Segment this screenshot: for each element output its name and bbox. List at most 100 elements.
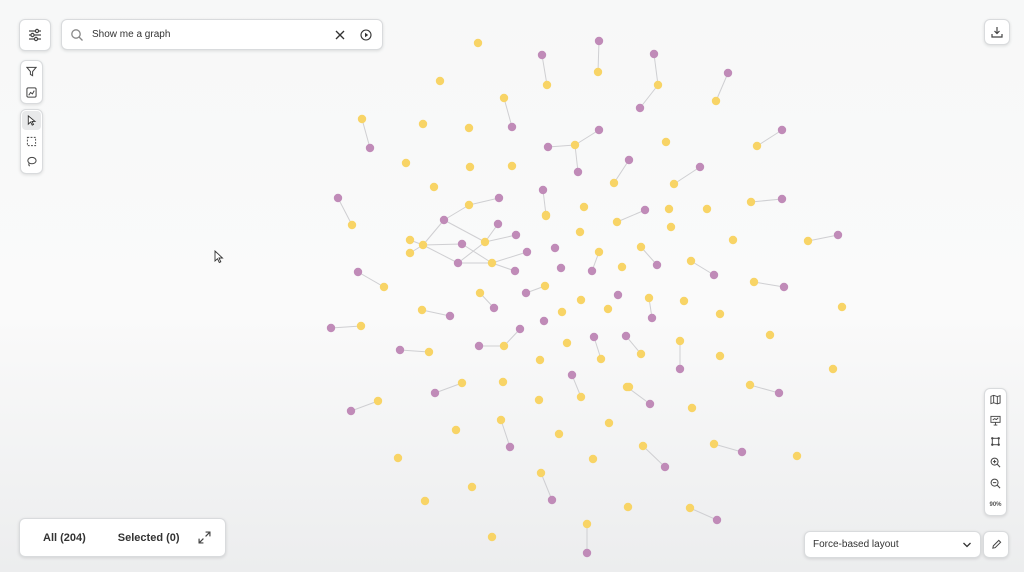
zoom-in-button[interactable]	[985, 452, 1006, 473]
graph-node-purple[interactable]	[511, 230, 521, 240]
edit-layout-button[interactable]	[983, 531, 1009, 558]
graph-node-purple[interactable]	[515, 324, 525, 334]
graph-node-purple[interactable]	[573, 167, 583, 177]
graph-node-yellow[interactable]	[594, 247, 604, 257]
graph-node-yellow[interactable]	[636, 349, 646, 359]
presentation-button[interactable]	[985, 410, 1006, 431]
graph-node-yellow[interactable]	[638, 441, 648, 451]
graph-node-yellow[interactable]	[661, 137, 671, 147]
graph-node-purple[interactable]	[346, 406, 356, 416]
selected-count-tab[interactable]: Selected (0)	[118, 532, 180, 544]
graph-node-purple[interactable]	[645, 399, 655, 409]
graph-node-purple[interactable]	[652, 260, 662, 270]
graph-node-yellow[interactable]	[499, 93, 509, 103]
graph-node-yellow[interactable]	[536, 468, 546, 478]
graph-node-yellow[interactable]	[467, 482, 477, 492]
graph-node-yellow[interactable]	[828, 364, 838, 374]
graph-node-purple[interactable]	[774, 388, 784, 398]
filter-button[interactable]	[21, 61, 42, 82]
graph-node-yellow[interactable]	[679, 296, 689, 306]
graph-node-yellow[interactable]	[575, 227, 585, 237]
graph-node-purple[interactable]	[624, 155, 634, 165]
graph-node-yellow[interactable]	[579, 202, 589, 212]
graph-node-purple[interactable]	[587, 266, 597, 276]
graph-node-yellow[interactable]	[664, 204, 674, 214]
graph-node-yellow[interactable]	[465, 162, 475, 172]
graph-node-purple[interactable]	[353, 267, 363, 277]
graph-node-yellow[interactable]	[803, 236, 813, 246]
graph-node-purple[interactable]	[547, 495, 557, 505]
graph-node-yellow[interactable]	[570, 140, 580, 150]
graph-node-purple[interactable]	[737, 447, 747, 457]
graph-node-yellow[interactable]	[687, 403, 697, 413]
graph-node-yellow[interactable]	[715, 309, 725, 319]
graph-node-yellow[interactable]	[669, 179, 679, 189]
graph-node-purple[interactable]	[395, 345, 405, 355]
lasso-select-button[interactable]	[21, 151, 42, 171]
search-input[interactable]: Show me a graph	[84, 29, 330, 40]
graph-node-yellow[interactable]	[617, 262, 627, 272]
graph-node-yellow[interactable]	[609, 178, 619, 188]
graph-node-yellow[interactable]	[534, 395, 544, 405]
graph-node-purple[interactable]	[649, 49, 659, 59]
graph-node-yellow[interactable]	[435, 76, 445, 86]
graph-node-purple[interactable]	[505, 442, 515, 452]
graph-node-yellow[interactable]	[685, 503, 695, 513]
graph-node-yellow[interactable]	[424, 347, 434, 357]
graph-node-yellow[interactable]	[675, 336, 685, 346]
graph-node-purple[interactable]	[594, 36, 604, 46]
graph-node-yellow[interactable]	[464, 200, 474, 210]
layout-select[interactable]: Force-based layout	[804, 531, 981, 558]
graph-node-yellow[interactable]	[728, 235, 738, 245]
graph-node-yellow[interactable]	[554, 429, 564, 439]
graph-node-yellow[interactable]	[588, 454, 598, 464]
download-button[interactable]	[984, 19, 1010, 45]
graph-node-purple[interactable]	[567, 370, 577, 380]
graph-node-yellow[interactable]	[576, 295, 586, 305]
graph-node-yellow[interactable]	[666, 222, 676, 232]
graph-node-purple[interactable]	[777, 194, 787, 204]
graph-node-purple[interactable]	[833, 230, 843, 240]
graph-node-purple[interactable]	[647, 313, 657, 323]
graph-node-purple[interactable]	[712, 515, 722, 525]
graph-node-yellow[interactable]	[837, 302, 847, 312]
graph-node-yellow[interactable]	[636, 242, 646, 252]
graph-node-yellow[interactable]	[480, 237, 490, 247]
graph-canvas[interactable]	[0, 0, 1024, 572]
graph-node-purple[interactable]	[493, 219, 503, 229]
graph-node-yellow[interactable]	[711, 96, 721, 106]
graph-node-purple[interactable]	[582, 548, 592, 558]
fit-to-screen-button[interactable]	[985, 431, 1006, 452]
graph-node-purple[interactable]	[613, 290, 623, 300]
graph-node-yellow[interactable]	[745, 380, 755, 390]
graph-node-yellow[interactable]	[405, 235, 415, 245]
graph-node-purple[interactable]	[439, 215, 449, 225]
graph-node-yellow[interactable]	[405, 248, 415, 258]
graph-node-yellow[interactable]	[792, 451, 802, 461]
graph-node-purple[interactable]	[543, 142, 553, 152]
graph-node-purple[interactable]	[453, 258, 463, 268]
graph-node-purple[interactable]	[675, 364, 685, 374]
graph-node-purple[interactable]	[537, 50, 547, 60]
graph-node-yellow[interactable]	[624, 382, 634, 392]
graph-node-purple[interactable]	[660, 462, 670, 472]
graph-node-yellow[interactable]	[576, 392, 586, 402]
settings-button[interactable]	[19, 19, 51, 51]
graph-node-yellow[interactable]	[393, 453, 403, 463]
graph-node-yellow[interactable]	[417, 305, 427, 315]
zoom-out-button[interactable]	[985, 473, 1006, 494]
graph-node-yellow[interactable]	[653, 80, 663, 90]
graph-node-yellow[interactable]	[603, 304, 613, 314]
graph-node-yellow[interactable]	[623, 502, 633, 512]
graph-node-yellow[interactable]	[356, 321, 366, 331]
search-bar[interactable]: Show me a graph	[61, 19, 383, 50]
graph-node-yellow[interactable]	[498, 377, 508, 387]
graph-node-yellow[interactable]	[347, 220, 357, 230]
graph-node-yellow[interactable]	[593, 67, 603, 77]
graph-node-yellow[interactable]	[507, 161, 517, 171]
graph-node-yellow[interactable]	[420, 496, 430, 506]
graph-node-purple[interactable]	[333, 193, 343, 203]
graph-node-purple[interactable]	[723, 68, 733, 78]
graph-node-yellow[interactable]	[752, 141, 762, 151]
graph-node-yellow[interactable]	[541, 211, 551, 221]
